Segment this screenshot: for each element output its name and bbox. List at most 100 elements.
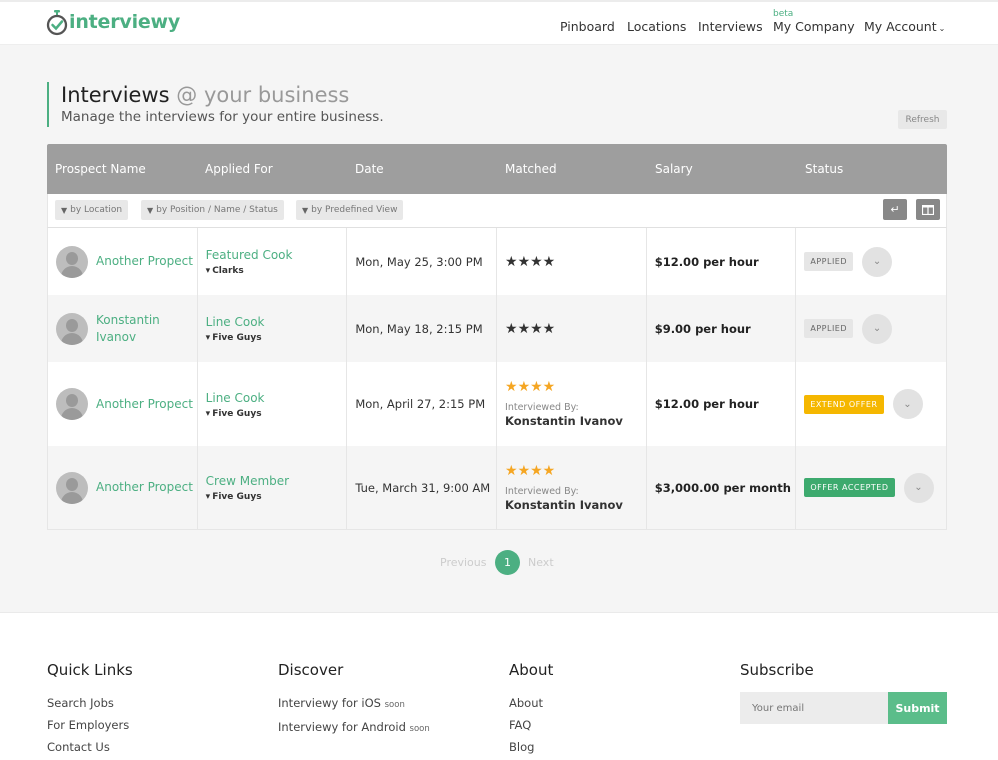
prospect-name-link[interactable]: Another Propect bbox=[96, 396, 193, 413]
filter-label: by Position / Name / Status bbox=[156, 205, 278, 215]
footer-link-faq[interactable]: FAQ bbox=[509, 714, 553, 736]
prospect-cell: Another Propect bbox=[48, 228, 198, 295]
prospect-cell: Another Propect bbox=[48, 446, 198, 529]
salary-value: $3,000.00 per month bbox=[654, 480, 791, 495]
interview-date: Mon, May 18, 2:15 PM bbox=[355, 321, 483, 336]
nav-interviews[interactable]: Interviews bbox=[698, 19, 763, 34]
matched-cell: ★★★★ bbox=[497, 295, 647, 362]
subscribe-email-input[interactable] bbox=[740, 692, 888, 724]
row-actions-dropdown[interactable]: ⌄ bbox=[862, 246, 893, 277]
interview-date: Mon, April 27, 2:15 PM bbox=[355, 397, 486, 411]
subscribe-submit-button[interactable]: Submit bbox=[888, 692, 947, 724]
company-label: ▾ Five Guys bbox=[206, 492, 289, 502]
columns-icon bbox=[922, 204, 934, 215]
company-name: Clarks bbox=[212, 266, 244, 276]
matched-info: ★★★★ bbox=[505, 255, 555, 269]
row-actions-dropdown[interactable]: ⌄ bbox=[892, 389, 923, 419]
position-link[interactable]: Line Cook bbox=[206, 390, 265, 406]
main-nav: Pinboard Locations Interviews My Company… bbox=[0, 19, 998, 39]
table-row[interactable]: Another Propect Featured Cook ▾ Clarks Mo… bbox=[47, 228, 947, 295]
column-header-salary[interactable]: Salary bbox=[647, 162, 797, 176]
prospect-cell: Konstantin Ivanov bbox=[48, 295, 198, 362]
prospect-cell: Another Propect bbox=[48, 362, 198, 446]
date-cell: Mon, May 25, 3:00 PM bbox=[347, 228, 498, 295]
chevron-down-icon: ⌄ bbox=[903, 398, 912, 410]
matched-cell: ★★★★ Interviewed By: Konstantin Ivanov bbox=[497, 362, 647, 446]
interviewed-by-label: Interviewed By: bbox=[505, 402, 579, 413]
matched-cell: ★★★★ bbox=[497, 228, 647, 295]
refresh-button[interactable]: Refresh bbox=[898, 110, 947, 129]
prospect-name-link[interactable]: Another Propect bbox=[96, 479, 193, 496]
status-cell: OFFER ACCEPTED ⌄ bbox=[796, 446, 946, 529]
column-header-applied-for[interactable]: Applied For bbox=[197, 162, 347, 176]
footer-link-ios[interactable]: Interviewy for iOS soon bbox=[278, 692, 430, 716]
collapse-view-button[interactable]: ↵ bbox=[883, 199, 907, 220]
salary-value: $9.00 per hour bbox=[654, 321, 751, 336]
status-badge: OFFER ACCEPTED bbox=[804, 478, 895, 497]
position-link[interactable]: Line Cook bbox=[206, 314, 265, 330]
footer-link-android[interactable]: Interviewy for Android soon bbox=[278, 716, 430, 740]
status-badge: APPLIED bbox=[804, 319, 854, 338]
filter-icon: ▼ bbox=[302, 205, 309, 215]
applied-for-info: Line Cook ▾ Five Guys bbox=[206, 314, 265, 343]
column-header-prospect[interactable]: Prospect Name bbox=[47, 162, 197, 176]
column-header-status[interactable]: Status bbox=[797, 162, 947, 176]
date-cell: Mon, April 27, 2:15 PM bbox=[347, 362, 498, 446]
filter-by-location[interactable]: ▼ by Location bbox=[55, 200, 129, 220]
footer-link-for-employers[interactable]: For Employers bbox=[47, 714, 133, 736]
filter-label: by Predefined View bbox=[311, 205, 398, 215]
company-name: Five Guys bbox=[212, 333, 262, 343]
interview-date: Tue, March 31, 9:00 AM bbox=[355, 480, 491, 495]
applied-for-cell: Crew Member ▾ Five Guys bbox=[198, 446, 348, 529]
beta-badge: beta bbox=[773, 9, 794, 19]
chevron-down-icon: ⌄ bbox=[872, 323, 882, 334]
footer-link-blog[interactable]: Blog bbox=[509, 736, 553, 758]
interviewer-name: Konstantin Ivanov bbox=[505, 497, 623, 512]
column-header-matched[interactable]: Matched bbox=[497, 162, 647, 176]
pagination-page-current[interactable]: 1 bbox=[495, 550, 520, 575]
salary-value: $12.00 per hour bbox=[654, 254, 759, 269]
status-cell: APPLIED ⌄ bbox=[796, 228, 946, 295]
chevron-down-icon: ⌄ bbox=[938, 24, 946, 33]
table-row[interactable]: Konstantin Ivanov Line Cook ▾ Five Guys M… bbox=[47, 295, 947, 362]
status-cell: APPLIED ⌄ bbox=[796, 295, 946, 362]
nav-my-account[interactable]: My Account ⌄ bbox=[864, 19, 945, 34]
pagination-previous[interactable]: Previous bbox=[440, 556, 487, 569]
avatar bbox=[56, 471, 88, 504]
column-view-button[interactable] bbox=[916, 199, 940, 220]
prospect-name-link[interactable]: Another Propect bbox=[96, 253, 193, 270]
avatar bbox=[56, 245, 88, 278]
company-label: ▾ Clarks bbox=[206, 266, 293, 276]
salary-cell: $12.00 per hour bbox=[647, 228, 797, 295]
footer-heading: Quick Links bbox=[47, 661, 133, 679]
filter-by-predefined-view[interactable]: ▼ by Predefined View bbox=[296, 200, 404, 220]
filter-by-position[interactable]: ▼ by Position / Name / Status bbox=[141, 200, 284, 220]
filter-icon: ▼ bbox=[147, 205, 154, 215]
footer-link-about[interactable]: About bbox=[509, 692, 553, 714]
row-actions-dropdown[interactable]: ⌄ bbox=[862, 313, 893, 344]
matched-info: ★★★★ Interviewed By: Konstantin Ivanov bbox=[505, 464, 623, 512]
table-row[interactable]: Another Propect Line Cook ▾ Five Guys Mon… bbox=[47, 362, 947, 446]
salary-cell: $9.00 per hour bbox=[647, 295, 797, 362]
return-arrow-icon: ↵ bbox=[890, 203, 900, 216]
company-label: ▾ Five Guys bbox=[206, 409, 265, 419]
nav-locations[interactable]: Locations bbox=[627, 19, 686, 34]
interview-date: Mon, May 25, 3:00 PM bbox=[355, 254, 483, 269]
nav-my-company[interactable]: My Company bbox=[773, 19, 855, 34]
map-pin-icon: ▾ bbox=[205, 408, 211, 419]
matched-cell: ★★★★ Interviewed By: Konstantin Ivanov bbox=[497, 446, 647, 529]
soon-tag: soon bbox=[409, 724, 430, 734]
nav-pinboard[interactable]: Pinboard bbox=[560, 19, 615, 34]
footer-link-search-jobs[interactable]: Search Jobs bbox=[47, 692, 133, 714]
row-actions-dropdown[interactable]: ⌄ bbox=[903, 472, 934, 503]
pagination-next[interactable]: Next bbox=[528, 556, 554, 569]
table-row[interactable]: Another Propect Crew Member ▾ Five Guys T… bbox=[47, 446, 947, 530]
footer-link-contact-us[interactable]: Contact Us bbox=[47, 736, 133, 758]
position-link[interactable]: Crew Member bbox=[206, 473, 289, 489]
matched-info: ★★★★ Interviewed By: Konstantin Ivanov bbox=[505, 380, 623, 428]
prospect-name-link[interactable]: Konstantin Ivanov bbox=[96, 312, 196, 346]
position-link[interactable]: Featured Cook bbox=[206, 247, 293, 263]
soon-tag: soon bbox=[384, 700, 405, 710]
column-header-date[interactable]: Date bbox=[347, 162, 497, 176]
date-cell: Mon, May 18, 2:15 PM bbox=[347, 295, 498, 362]
